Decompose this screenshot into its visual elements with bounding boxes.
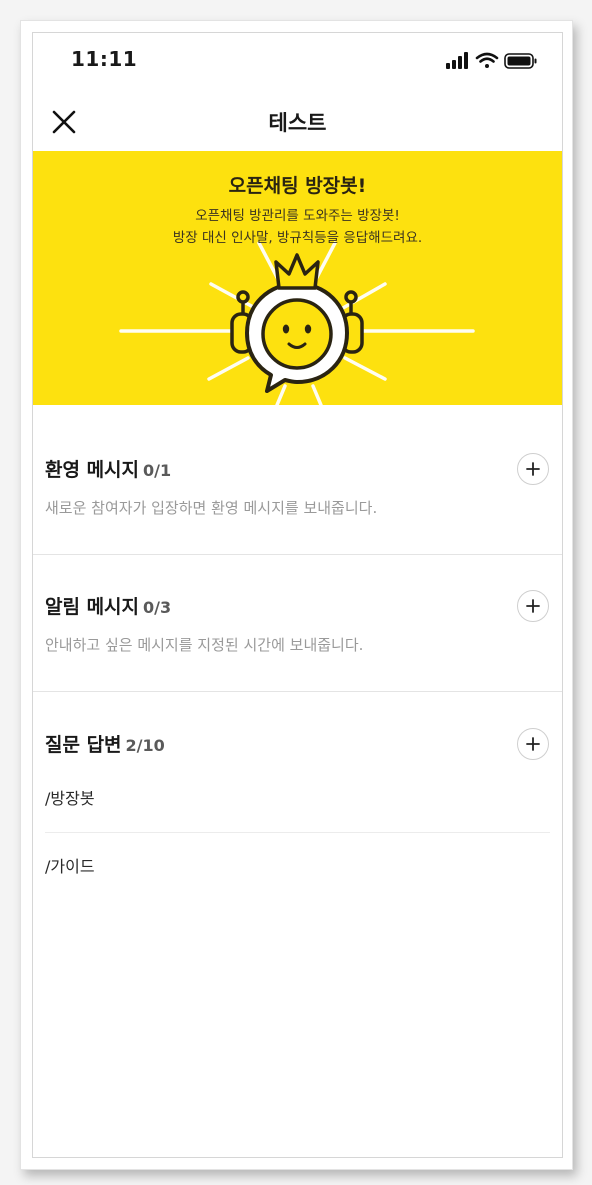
banner-description: 오픈채팅 방관리를 도와주는 방장봇! 방장 대신 인사말, 방규칙등을 응답해… [33, 205, 562, 249]
banner-title: 오픈채팅 방장봇! [228, 175, 367, 197]
qa-count: 2/10 [125, 736, 165, 755]
notice-message-heading: 알림 메시지 0/3 [45, 592, 171, 619]
banner-description-line: 방장 대신 인사말, 방규칙등을 응답해드려요. [172, 230, 423, 246]
welcome-message-heading: 환영 메시지 0/1 [45, 455, 171, 482]
qa-command-item[interactable]: /방장봇 [45, 785, 95, 809]
bot-banner: 오픈채팅 방장봇! 오픈채팅 방관리를 도와주는 방장봇! 방장 대신 인사말,… [33, 151, 562, 405]
qa-item-divider [45, 832, 550, 833]
banner-description-line: 오픈채팅 방관리를 도와주는 방장봇! [195, 208, 400, 224]
notice-message-description: 안내하고 싶은 메시지를 지정된 시간에 보내줍니다. [45, 636, 364, 654]
battery-icon [504, 53, 537, 69]
add-welcome-message-button[interactable] [517, 453, 549, 485]
notice-message-count: 0/3 [143, 598, 172, 617]
qa-title: 질문 답변 [45, 734, 122, 756]
plus-icon [526, 599, 540, 613]
status-bar: 11:11 [33, 33, 562, 83]
plus-icon [526, 737, 540, 751]
page-title: 테스트 [268, 111, 327, 135]
welcome-message-description: 새로운 참여자가 입장하면 환영 메시지를 보내줍니다. [45, 499, 378, 517]
qa-command-item[interactable]: /가이드 [45, 853, 95, 877]
qa-heading: 질문 답변 2/10 [45, 730, 165, 757]
notice-message-title: 알림 메시지 [45, 596, 140, 618]
add-qa-button[interactable] [517, 728, 549, 760]
welcome-message-count: 0/1 [143, 461, 172, 480]
section-divider [33, 691, 562, 692]
status-time: 11:11 [71, 47, 138, 71]
wifi-icon [475, 52, 499, 68]
cellular-signal-icon [446, 52, 468, 69]
section-divider [33, 554, 562, 555]
status-icons [444, 51, 544, 71]
plus-icon [526, 462, 540, 476]
phone-screen: 11:11 테스트 오픈채팅 방장봇! 오픈채팅 방관리를 도와주는 방장봇! … [32, 32, 563, 1158]
nav-header: 테스트 [33, 95, 562, 151]
welcome-message-title: 환영 메시지 [45, 459, 140, 481]
screenshot-frame: 11:11 테스트 오픈채팅 방장봇! 오픈채팅 방관리를 도와주는 방장봇! … [20, 20, 573, 1170]
add-notice-message-button[interactable] [517, 590, 549, 622]
